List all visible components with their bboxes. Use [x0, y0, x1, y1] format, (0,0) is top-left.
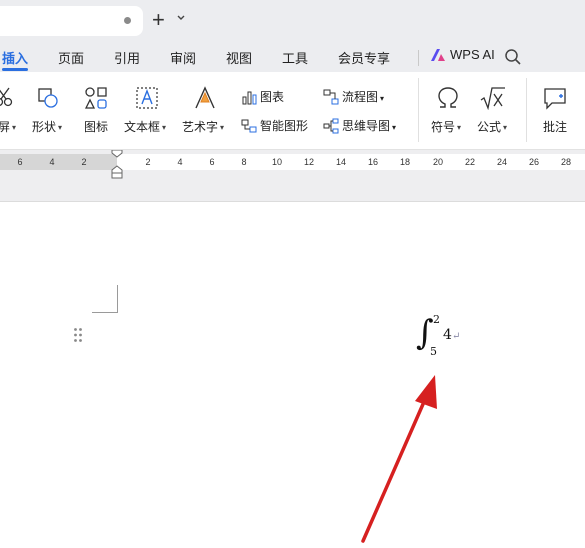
lower-limit: 5 — [430, 345, 437, 358]
flowchart-icon — [323, 89, 339, 105]
sqrt-x-icon[interactable] — [480, 86, 506, 110]
flowchart-button[interactable]: 流程图 ▾ — [323, 88, 384, 105]
integral-equation[interactable]: ∫ 2 5 4 ↵ — [416, 313, 466, 363]
smartart-label: 智能图形 — [260, 119, 309, 133]
tab-insert[interactable]: 插入 — [2, 48, 28, 67]
menu-bar: 插入 页面 引用 审阅 视图 工具 会员专享 WPS AI — [0, 42, 585, 72]
divider — [418, 50, 419, 66]
title-bar: + — [0, 0, 585, 42]
ruler-tick: 2 — [81, 157, 87, 167]
hanging-indent-marker-icon[interactable] — [111, 165, 123, 179]
paragraph-mark: ↵ — [452, 331, 461, 342]
divider — [526, 78, 527, 142]
ruler-tick: 24 — [496, 157, 508, 167]
horizontal-ruler[interactable]: 6 4 2 2 4 6 8 10 12 14 16 18 20 22 24 26… — [0, 154, 585, 170]
active-tab-indicator — [2, 68, 28, 71]
mindmap-button[interactable]: 思维导图 ▾ — [323, 117, 396, 134]
margin-corner-mark — [92, 285, 118, 313]
smartart-button[interactable]: 智能图形 — [241, 117, 308, 134]
scissors-icon[interactable] — [0, 86, 14, 108]
mindmap-label: 思维导图 — [342, 119, 391, 133]
wordart-label: 艺术字 — [182, 120, 219, 134]
textbox-icon[interactable] — [135, 86, 159, 110]
icon-button[interactable]: 图标 — [84, 118, 108, 135]
tab-review[interactable]: 审阅 — [170, 48, 196, 67]
tab-view[interactable]: 视图 — [226, 48, 252, 67]
drag-handle-icon[interactable] — [73, 327, 83, 343]
textbox-label: 文本框 — [124, 120, 161, 134]
shape-button[interactable]: 形状 ▾ — [32, 118, 62, 135]
symbol-label: 符号 — [431, 120, 456, 134]
ruler-tick: 14 — [335, 157, 347, 167]
ribbon-toolbar: 屏 ▾ 形状 ▾ 图标 文本框 ▾ 艺术字 ▾ 图表 智能图形 流程图 ▾ 思维… — [0, 72, 585, 150]
integrand: 4 — [443, 327, 452, 343]
document-tab[interactable] — [0, 6, 143, 36]
new-tab-button[interactable]: + — [152, 8, 165, 32]
tab-references[interactable]: 引用 — [114, 48, 140, 67]
chart-button[interactable]: 图表 — [241, 88, 284, 105]
ruler-tick: 22 — [464, 157, 476, 167]
chart-label: 图表 — [260, 90, 285, 104]
document-page[interactable]: ∫ 2 5 4 ↵ — [0, 203, 585, 548]
wps-ai-label: WPS AI — [450, 47, 495, 62]
shape-icon[interactable] — [36, 86, 60, 110]
ruler-tick: 28 — [560, 157, 572, 167]
ruler-area: 6 4 2 2 4 6 8 10 12 14 16 18 20 22 24 26… — [0, 150, 585, 202]
ruler-tick: 10 — [271, 157, 283, 167]
textbox-button[interactable]: 文本框 ▾ — [124, 118, 166, 135]
omega-icon[interactable] — [436, 86, 460, 110]
ruler-tick: 12 — [303, 157, 315, 167]
shape-label: 形状 — [32, 120, 57, 134]
bar-chart-icon — [242, 91, 257, 105]
search-icon[interactable] — [504, 48, 522, 66]
ruler-tick: 20 — [432, 157, 444, 167]
tab-page[interactable]: 页面 — [58, 48, 84, 67]
upper-limit: 2 — [433, 313, 440, 326]
first-line-indent-marker-icon[interactable] — [111, 150, 123, 158]
ruler-tick: 4 — [49, 157, 55, 167]
flowchart-label: 流程图 — [342, 90, 379, 104]
wps-ai-button[interactable]: WPS AI — [430, 47, 495, 67]
formula-label: 公式 — [477, 120, 502, 134]
wordart-icon[interactable] — [193, 86, 217, 110]
screenshot-button[interactable]: 屏 ▾ — [0, 118, 16, 135]
wps-ai-logo-icon — [431, 49, 445, 61]
screenshot-label: 屏 — [0, 120, 11, 134]
tab-member[interactable]: 会员专享 — [338, 48, 390, 67]
divider — [418, 78, 419, 142]
comment-icon[interactable] — [543, 86, 567, 110]
icon-library-icon[interactable] — [84, 86, 108, 110]
red-arrow-annotation-icon — [361, 375, 437, 543]
ruler-tick: 18 — [399, 157, 411, 167]
smartart-icon — [241, 119, 257, 133]
ruler-tick: 6 — [209, 157, 215, 167]
mindmap-icon — [323, 118, 339, 134]
comment-button[interactable]: 批注 — [543, 118, 567, 135]
chevron-down-icon[interactable] — [176, 13, 186, 23]
unsaved-dot-icon[interactable] — [124, 17, 131, 24]
ruler-tick: 26 — [528, 157, 540, 167]
ruler-tick: 8 — [241, 157, 247, 167]
formula-button[interactable]: 公式 ▾ — [477, 118, 507, 135]
ruler-tick: 16 — [367, 157, 379, 167]
ruler-tick: 4 — [177, 157, 183, 167]
ruler-tick: 6 — [17, 157, 23, 167]
tab-tools[interactable]: 工具 — [282, 48, 308, 67]
ruler-tick: 2 — [145, 157, 151, 167]
wordart-button[interactable]: 艺术字 ▾ — [182, 118, 224, 135]
symbol-button[interactable]: 符号 ▾ — [431, 118, 461, 135]
